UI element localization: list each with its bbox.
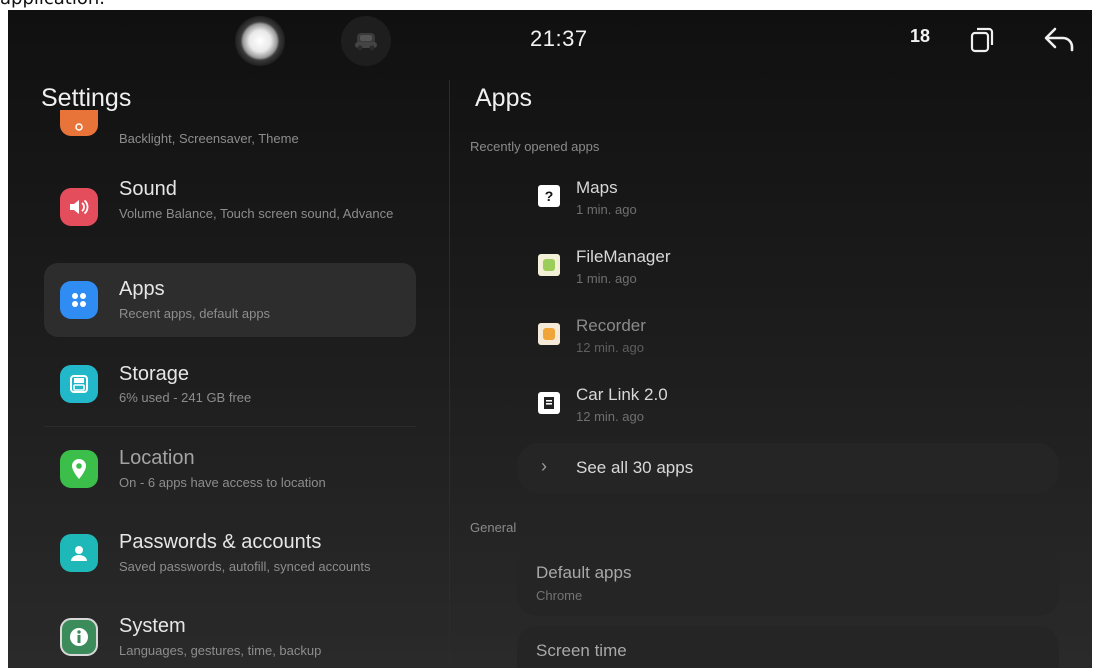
settings-item-label: Passwords & accounts bbox=[119, 531, 322, 553]
screen-time-title: Screen time bbox=[536, 641, 627, 660]
account-icon bbox=[60, 534, 98, 572]
settings-item-subtitle: Recent apps, default apps bbox=[119, 306, 271, 321]
app-name: FileManager bbox=[576, 247, 671, 266]
recent-app-recorder[interactable]: Recorder 12 min. ago bbox=[538, 316, 938, 366]
app-last-opened: 1 min. ago bbox=[576, 271, 637, 286]
chevron-right-icon: › bbox=[541, 456, 547, 476]
section-divider bbox=[44, 426, 416, 427]
see-all-apps-label: See all 30 apps bbox=[576, 458, 694, 477]
status-time: 21:37 bbox=[530, 26, 588, 51]
see-all-apps-button[interactable]: › See all 30 apps bbox=[517, 443, 1059, 493]
settings-item-subtitle: Languages, gestures, time, backup bbox=[119, 643, 322, 658]
storage-icon bbox=[60, 365, 98, 403]
settings-list-pane: Settings Backlight, Screensaver, Theme S… bbox=[8, 10, 449, 668]
settings-item-subtitle: Backlight, Screensaver, Theme bbox=[119, 131, 299, 146]
info-icon bbox=[60, 618, 98, 656]
recorder-icon bbox=[538, 323, 560, 345]
speaker-icon bbox=[60, 188, 98, 226]
recent-apps-header: Recently opened apps bbox=[470, 139, 600, 154]
app-name: Car Link 2.0 bbox=[576, 385, 668, 404]
apps-page-title: Apps bbox=[475, 84, 532, 112]
settings-item-label: Apps bbox=[119, 278, 165, 300]
settings-item-label: Location bbox=[119, 447, 195, 469]
maps-icon: ? bbox=[538, 185, 560, 207]
general-header: General bbox=[470, 520, 517, 535]
app-last-opened: 12 min. ago bbox=[576, 340, 644, 355]
settings-item-label: Storage bbox=[119, 363, 190, 385]
recent-app-filemanager[interactable]: FileManager 1 min. ago bbox=[538, 247, 938, 297]
apps-grid-icon bbox=[60, 281, 98, 319]
file-manager-icon bbox=[538, 254, 560, 276]
settings-item-location[interactable]: Location On - 6 apps have access to loca… bbox=[44, 432, 416, 506]
location-pin-icon bbox=[60, 450, 98, 488]
settings-item-subtitle: On - 6 apps have access to location bbox=[119, 475, 326, 490]
settings-item-subtitle: Saved passwords, autofill, synced accoun… bbox=[119, 559, 371, 574]
settings-item-label: Sound bbox=[119, 178, 177, 200]
default-apps-title: Default apps bbox=[536, 563, 632, 582]
app-last-opened: 12 min. ago bbox=[576, 409, 644, 424]
display-icon bbox=[60, 110, 98, 136]
default-apps-value: Chrome bbox=[536, 588, 583, 603]
screen-time-card[interactable]: Screen time bbox=[517, 626, 1059, 668]
back-arrow-icon[interactable] bbox=[1043, 25, 1075, 58]
recent-app-maps[interactable]: ? Maps 1 min. ago bbox=[538, 178, 938, 228]
pane-divider bbox=[449, 80, 450, 668]
settings-screen: 21:37 18 Settings Backlight, Screensaver… bbox=[8, 10, 1092, 668]
settings-item-passwords-accounts[interactable]: Passwords & accounts Saved passwords, au… bbox=[44, 516, 416, 590]
recent-apps-icon[interactable] bbox=[970, 27, 994, 58]
car-link-icon bbox=[538, 392, 560, 414]
app-name: Maps bbox=[576, 178, 618, 197]
default-apps-card[interactable]: Default apps Chrome bbox=[517, 548, 1059, 616]
settings-item-subtitle: 6% used - 241 GB free bbox=[119, 390, 252, 405]
caption-fragment: application. bbox=[0, 0, 1105, 10]
settings-item-sound[interactable]: Sound Volume Balance, Touch screen sound… bbox=[44, 170, 416, 244]
settings-item-display[interactable]: Backlight, Screensaver, Theme bbox=[44, 104, 416, 154]
notification-count: 18 bbox=[910, 26, 931, 46]
settings-item-system[interactable]: System Languages, gestures, time, backup bbox=[44, 600, 416, 668]
settings-item-subtitle: Volume Balance, Touch screen sound, Adva… bbox=[119, 206, 394, 221]
settings-item-storage[interactable]: Storage 6% used - 241 GB free bbox=[44, 347, 416, 421]
recent-app-car-link[interactable]: Car Link 2.0 12 min. ago bbox=[538, 385, 938, 435]
settings-item-label: System bbox=[119, 615, 186, 637]
settings-item-apps[interactable]: Apps Recent apps, default apps bbox=[44, 263, 416, 337]
app-name: Recorder bbox=[576, 316, 646, 335]
app-last-opened: 1 min. ago bbox=[576, 202, 637, 217]
